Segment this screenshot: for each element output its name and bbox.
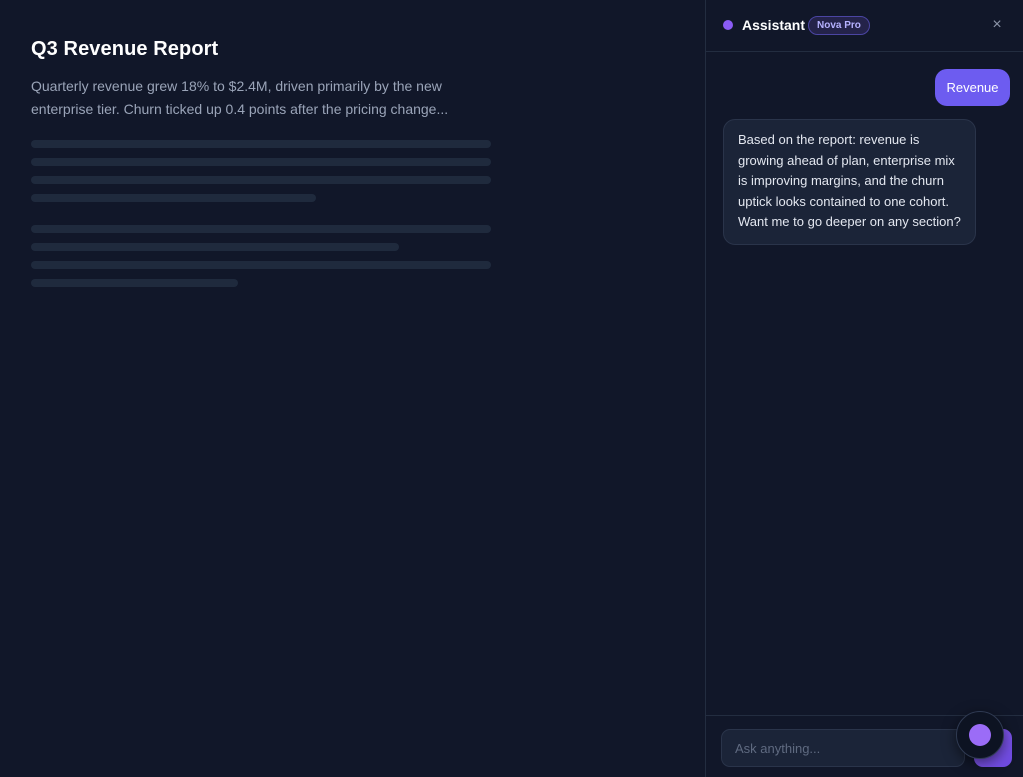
assistant-header: Assistant Nova Pro ×: [706, 0, 1023, 52]
model-badge: Nova Pro: [808, 16, 870, 35]
document-summary: Quarterly revenue grew 18% to $2.4M, dri…: [31, 78, 449, 117]
placeholder-line: [31, 279, 238, 287]
close-icon[interactable]: ×: [987, 14, 1007, 36]
document-pane: Q3 Revenue Report Quarterly revenue grew…: [0, 0, 705, 777]
message-input[interactable]: [721, 729, 965, 767]
app-root: Q3 Revenue Report Quarterly revenue grew…: [0, 0, 1023, 777]
placeholder-line: [31, 158, 491, 166]
document-title: Q3 Revenue Report: [31, 38, 219, 60]
status-dot-icon: [723, 20, 733, 30]
placeholder-line: [31, 261, 491, 269]
placeholder-line: [31, 176, 491, 184]
assistant-title: Assistant: [742, 17, 806, 33]
assistant-launcher-button[interactable]: [956, 711, 1004, 759]
placeholder-line: [31, 225, 491, 233]
assistant-panel: Assistant Nova Pro × Revenue Based on th…: [705, 0, 1023, 777]
placeholder-line: [31, 140, 491, 148]
assistant-launcher-icon: [969, 724, 991, 746]
placeholder-line: [31, 243, 399, 251]
user-message: Revenue: [935, 69, 1010, 106]
assistant-message: Based on the report: revenue is growing …: [723, 119, 976, 245]
placeholder-line: [31, 194, 316, 202]
